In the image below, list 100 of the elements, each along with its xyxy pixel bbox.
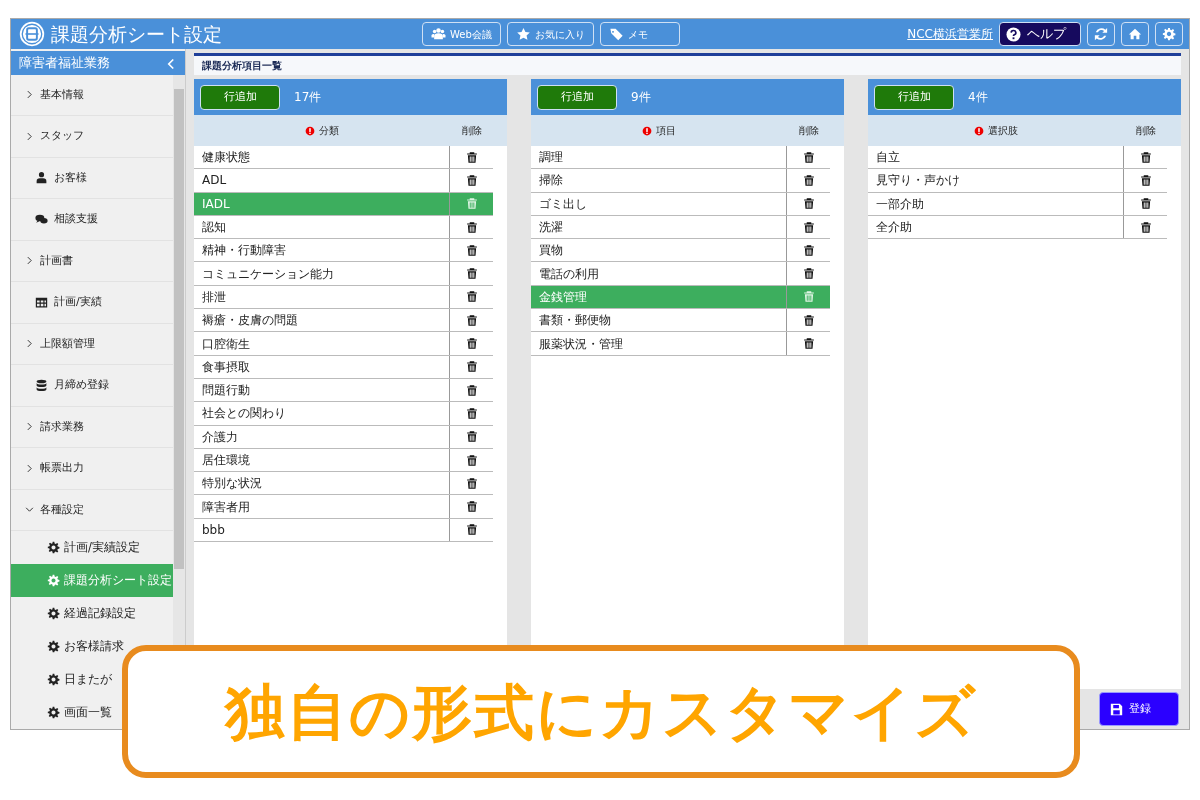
delete-button[interactable] (802, 150, 815, 164)
table-row[interactable]: 食事摂取 (194, 355, 493, 379)
row-label: 全介助 (876, 219, 912, 237)
help-icon (1006, 26, 1021, 42)
table-row[interactable]: 書類・郵便物 (531, 309, 830, 333)
delete-button[interactable] (802, 197, 815, 211)
table-row[interactable]: 居住環境 (194, 448, 493, 473)
row-label: 排泄 (202, 288, 226, 306)
row-label: bbb (202, 521, 225, 539)
row-label: 居住環境 (202, 452, 250, 469)
row-label: 精神・行動障害 (202, 242, 286, 260)
add-row-button[interactable]: 行追加 (874, 84, 954, 110)
delete-button[interactable] (465, 173, 478, 187)
delete-button[interactable] (465, 430, 478, 444)
save-button[interactable]: 登録 (1099, 692, 1179, 726)
delete-button[interactable] (465, 476, 478, 490)
table-row[interactable]: ADL (194, 169, 493, 193)
row-count: 17件 (294, 89, 322, 106)
database-icon (35, 378, 48, 392)
table-row[interactable]: 認知 (194, 215, 493, 240)
table-row[interactable]: コミュニケーション能力 (194, 262, 493, 286)
delete-button[interactable] (465, 150, 478, 164)
column-header: 削除 (1134, 124, 1157, 138)
sidebar-subitem[interactable]: お客様請求 (11, 630, 124, 663)
delete-button[interactable] (465, 313, 478, 327)
table-row[interactable]: 見守り・声かけ (868, 169, 1167, 193)
table-row[interactable]: bbb (194, 518, 493, 543)
table-row[interactable]: 介護力 (194, 425, 493, 449)
table-row[interactable]: 社会との関わり (194, 402, 493, 426)
table-row[interactable]: 自立 (868, 146, 1167, 170)
delete-button[interactable] (1139, 197, 1152, 211)
table-row[interactable]: 障害者用 (194, 495, 493, 519)
table-row[interactable]: 問題行動 (194, 378, 493, 403)
section-title: 課題分析項目一覧 (202, 59, 282, 73)
row-label: 障害者用 (202, 498, 250, 516)
table-row[interactable]: 掃除 (531, 169, 830, 193)
gear-icon (47, 673, 60, 686)
scrollbar-thumb[interactable] (174, 88, 184, 569)
gear-icon (47, 541, 60, 554)
gear-icon (47, 607, 60, 620)
table-row[interactable]: 調理 (531, 146, 830, 170)
delete-button[interactable] (802, 243, 815, 257)
delete-button[interactable] (465, 523, 478, 537)
delete-button[interactable] (465, 500, 478, 514)
sidebar-subitem[interactable]: 計画/実績設定 (11, 531, 140, 564)
delete-button[interactable] (465, 243, 478, 257)
help-button[interactable]: ヘルプ (999, 22, 1081, 46)
delete-button[interactable] (465, 383, 478, 397)
delete-button[interactable] (465, 267, 478, 281)
sidebar-subitem[interactable]: 経過記録設定 (11, 597, 136, 630)
delete-button[interactable] (1139, 173, 1152, 187)
add-row-button[interactable]: 行追加 (200, 84, 280, 110)
table-row[interactable]: 全介助 (868, 215, 1167, 240)
row-label: 健康状態 (202, 149, 250, 167)
table-row[interactable]: 買物 (531, 239, 830, 263)
table-row[interactable]: 健康状態 (194, 146, 493, 170)
delete-button[interactable] (1139, 150, 1152, 164)
delete-button[interactable] (802, 173, 815, 187)
table-row[interactable]: ゴミ出し (531, 192, 830, 216)
save-icon (1110, 702, 1123, 716)
table-row[interactable]: 排泄 (194, 285, 493, 310)
row-label: 服薬状況・管理 (539, 335, 623, 353)
table-row[interactable]: 電話の利用 (531, 262, 830, 286)
delete-button[interactable] (465, 406, 478, 420)
delete-button[interactable] (465, 220, 478, 234)
row-label: 洗濯 (539, 219, 563, 237)
delete-button[interactable] (465, 453, 478, 467)
gear-icon (47, 574, 60, 587)
delete-button[interactable] (802, 313, 815, 327)
delete-button[interactable] (465, 337, 478, 350)
settings-button[interactable] (1155, 22, 1183, 46)
row-label: 社会との関わり (202, 405, 286, 423)
sidebar-subitem[interactable]: 日またが (11, 663, 112, 696)
column-header: 項目 (531, 123, 787, 138)
table-row[interactable]: 口腔衛生 (194, 332, 493, 356)
table-row[interactable]: 褥瘡・皮膚の問題 (194, 309, 493, 333)
row-label: 自立 (876, 149, 900, 167)
home-button[interactable] (1121, 22, 1149, 46)
table-row[interactable]: 洗濯 (531, 215, 830, 240)
add-row-button[interactable]: 行追加 (537, 84, 617, 110)
delete-button[interactable] (465, 360, 478, 374)
row-label: コミュニケーション能力 (202, 265, 334, 283)
sidebar-title: 障害者福祉業務 (19, 54, 110, 72)
delete-button[interactable] (802, 267, 815, 281)
gear-icon (47, 706, 60, 719)
delete-button[interactable] (802, 337, 815, 350)
row-label: 口腔衛生 (202, 335, 250, 353)
delete-button[interactable] (465, 290, 478, 304)
table-row[interactable]: 精神・行動障害 (194, 239, 493, 263)
alert-icon (642, 125, 652, 136)
row-label: 特別な状況 (202, 475, 262, 493)
delete-button[interactable] (802, 220, 815, 234)
refresh-button[interactable] (1087, 22, 1115, 46)
table-row[interactable]: 特別な状況 (194, 472, 493, 496)
delete-button[interactable] (1139, 220, 1152, 234)
table-row[interactable]: 服薬状況・管理 (531, 332, 830, 356)
sidebar-subitem[interactable]: 画面一覧 (11, 696, 112, 729)
row-label: 金銭管理 (539, 288, 587, 306)
table-row[interactable]: 一部介助 (868, 192, 1167, 216)
caption-banner: 独自の形式にカスタマイズ (122, 645, 1080, 778)
